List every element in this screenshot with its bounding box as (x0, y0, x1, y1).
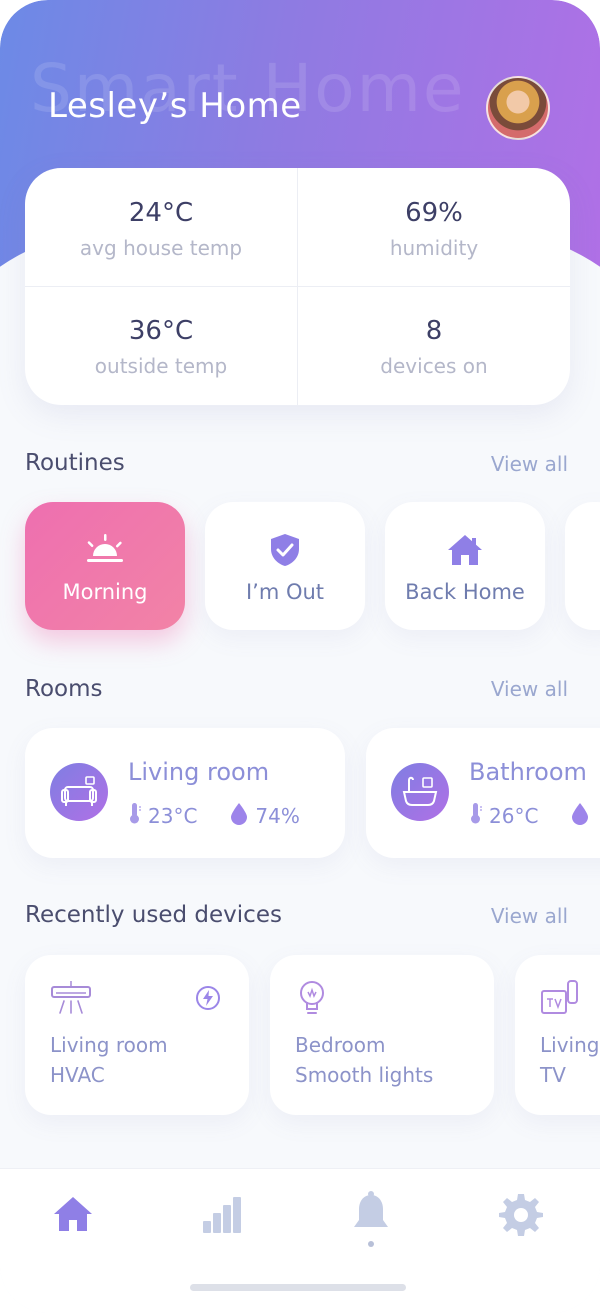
stat-label: outside temp (94, 354, 228, 378)
stat-avg-house-temp: 24°C avg house temp (25, 198, 297, 260)
air-conditioner-icon (50, 979, 94, 1019)
stat-label: humidity (389, 236, 479, 260)
device-room: Living room (50, 1033, 168, 1057)
stat-devices-on: 8 devices on (298, 316, 570, 378)
bell-icon[interactable] (348, 1191, 394, 1237)
device-card-lights[interactable]: Bedroom Smooth lights (270, 955, 494, 1115)
room-humidity: 74% (255, 803, 300, 828)
device-name: HVAC (50, 1063, 105, 1087)
stat-label: avg house temp (79, 236, 243, 260)
routine-back-home[interactable]: Back Home (385, 502, 545, 630)
stat-humidity: 69% humidity (298, 198, 570, 260)
stat-value: 69% (405, 198, 463, 228)
devices-view-all-link[interactable]: View all (491, 904, 568, 928)
device-room: Bedroom (295, 1033, 386, 1057)
shield-check-icon (205, 532, 365, 568)
stat-outside-temp: 36°C outside temp (25, 316, 297, 378)
tv-remote-icon (540, 979, 584, 1019)
routine-morning[interactable]: Morning (25, 502, 185, 630)
room-card-living-room[interactable]: Living room 23°C 74% (25, 728, 345, 858)
sofa-icon (50, 763, 108, 821)
rooms-title: Rooms (25, 676, 103, 702)
phone-screen: Smart Home Lesley’s Home 24°C avg house … (0, 0, 600, 1313)
user-avatar[interactable] (486, 76, 550, 140)
power-flash-icon[interactable] (195, 985, 221, 1011)
device-card-hvac[interactable]: Living room HVAC (25, 955, 249, 1115)
sunrise-icon (25, 532, 185, 568)
water-drop-icon (229, 801, 249, 830)
home-stats-card: 24°C avg house temp 69% humidity 36°C ou… (25, 168, 570, 405)
room-name: Bathroom (469, 758, 587, 786)
room-temp: 26°C (489, 803, 539, 828)
stat-value: 36°C (128, 316, 194, 346)
routines-title: Routines (25, 450, 125, 476)
device-room: Living (540, 1033, 600, 1057)
thermometer-icon (128, 801, 142, 830)
routine-label: Back Home (405, 580, 525, 604)
stat-value: 24°C (128, 198, 194, 228)
devices-title: Recently used devices (25, 902, 282, 928)
device-card-tv[interactable]: Living TV (515, 955, 600, 1115)
room-metrics: 26°C (469, 801, 590, 830)
device-name: Smooth lights (295, 1063, 434, 1087)
room-metrics: 23°C 74% (128, 801, 300, 830)
room-name: Living room (128, 758, 270, 786)
stats-bars-icon[interactable] (200, 1191, 246, 1237)
divider-horizontal (25, 286, 570, 287)
routine-label: I’m Out (245, 580, 325, 604)
rooms-view-all-link[interactable]: View all (491, 677, 568, 701)
light-bulb-icon (295, 979, 339, 1019)
stat-value: 8 (425, 316, 443, 346)
home-icon[interactable] (50, 1191, 96, 1237)
house-icon (385, 532, 545, 568)
stat-label: devices on (380, 354, 488, 378)
gear-icon[interactable] (498, 1191, 544, 1237)
water-drop-icon (570, 801, 590, 830)
bathtub-icon (391, 763, 449, 821)
bottom-tab-bar (0, 1168, 600, 1313)
notification-dot (368, 1241, 374, 1247)
routine-label: Morning (62, 580, 148, 604)
thermometer-icon (469, 801, 483, 830)
device-name: TV (540, 1063, 566, 1087)
room-card-bathroom[interactable]: Bathroom 26°C (366, 728, 600, 858)
room-temp: 23°C (148, 803, 198, 828)
home-indicator (190, 1284, 406, 1291)
routine-partial[interactable] (565, 502, 600, 630)
routines-view-all-link[interactable]: View all (491, 452, 568, 476)
page-title: Lesley’s Home (48, 86, 302, 126)
routine-im-out[interactable]: I’m Out (205, 502, 365, 630)
